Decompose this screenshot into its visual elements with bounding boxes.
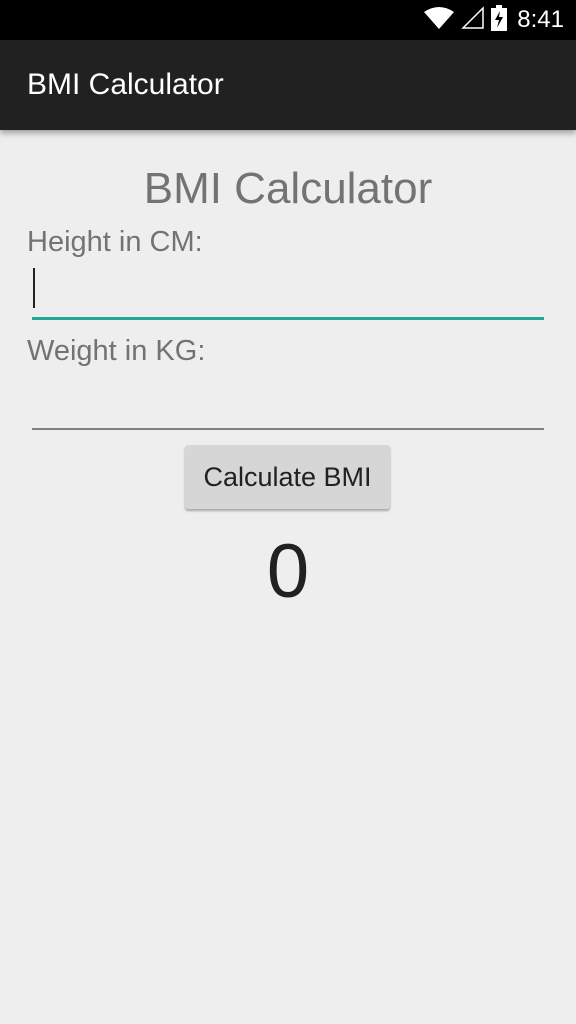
height-input[interactable] — [32, 264, 544, 320]
status-time: 8:41 — [517, 6, 564, 33]
calculate-bmi-button[interactable]: Calculate BMI — [185, 445, 390, 509]
battery-charging-icon — [491, 4, 508, 36]
main-content: BMI Calculator Height in CM: Weight in K… — [0, 130, 576, 1024]
height-label: Height in CM: — [27, 226, 203, 258]
status-bar: 8:41 — [0, 0, 576, 40]
bmi-result: 0 — [266, 529, 310, 614]
text-cursor — [33, 268, 35, 308]
weight-input[interactable] — [32, 374, 544, 430]
status-icons: 8:41 — [423, 0, 564, 40]
weight-label: Weight in KG: — [27, 335, 206, 367]
wifi-icon — [423, 6, 455, 35]
app-bar-title: BMI Calculator — [27, 68, 224, 101]
app-bar: BMI Calculator — [0, 40, 576, 130]
page-title: BMI Calculator — [143, 164, 433, 213]
signal-icon — [461, 5, 485, 35]
